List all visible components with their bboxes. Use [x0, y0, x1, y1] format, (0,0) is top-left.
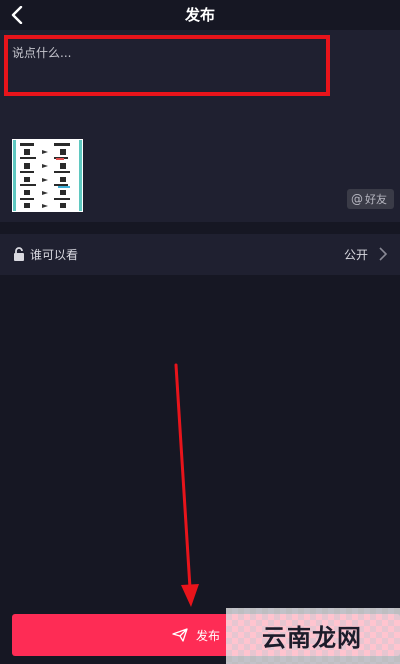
caption-input[interactable] — [4, 35, 330, 96]
publish-label: 发布 — [196, 628, 221, 643]
privacy-value: 公开 — [343, 248, 368, 262]
unlock-icon — [14, 247, 24, 261]
section-divider — [0, 222, 400, 234]
video-thumbnail[interactable] — [12, 139, 83, 212]
compose-panel: @ 好友 — [0, 30, 400, 222]
top-bar: 发布 — [0, 0, 400, 30]
privacy-label: 谁可以看 — [30, 248, 79, 262]
thumbnail-image — [12, 139, 83, 212]
privacy-setting-row[interactable]: 谁可以看 公开 — [0, 234, 400, 275]
at-icon: @ — [351, 192, 363, 206]
watermark-text: 云南龙网 — [262, 624, 362, 652]
chevron-right-icon — [379, 247, 388, 261]
page-title: 发布 — [184, 6, 215, 24]
send-icon — [172, 628, 188, 642]
mention-friends-button[interactable]: @ 好友 — [347, 189, 394, 209]
site-watermark: 云南龙网 — [226, 608, 400, 664]
mention-label: 好友 — [365, 193, 387, 206]
